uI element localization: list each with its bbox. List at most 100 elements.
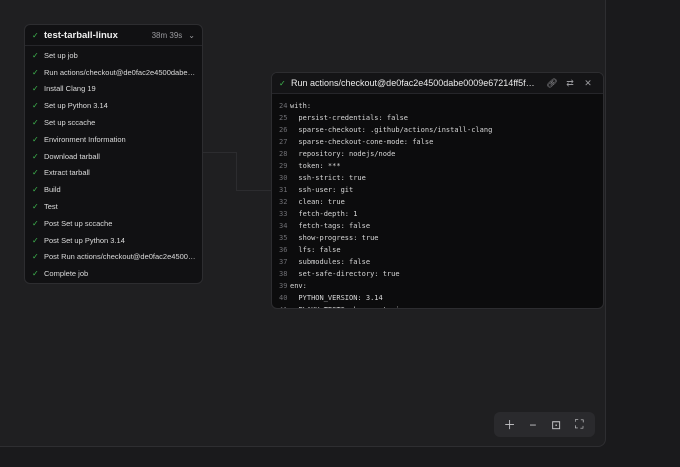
log-line: 33 fetch-depth: 1 [272, 208, 603, 220]
log-line: 24 with: [272, 100, 603, 112]
line-number: 26 [279, 126, 288, 134]
log-text: ssh-user: git [290, 186, 354, 194]
step-label: Post Set up Python 3.14 [44, 235, 125, 245]
connector-edge [203, 152, 236, 153]
check-icon: ✓ [32, 202, 39, 212]
log-body[interactable]: 24 with: 25 persist-credentials: false 26 s… [272, 94, 603, 308]
step-item[interactable]: ✓ Download tarball [25, 148, 202, 165]
log-text: sparse-checkout: .github/actions/install… [290, 126, 493, 134]
step-item[interactable]: ✓ Environment Information [25, 131, 202, 148]
log-line: 41 FLAKY_TESTS: keep_retrying [272, 304, 603, 308]
plus-icon[interactable]: ＋ [500, 416, 520, 433]
step-item[interactable]: ✓ Post Run actions/checkout@de0fac2e4500d… [25, 249, 202, 266]
log-text: lfs: false [290, 246, 341, 254]
line-number: 33 [279, 210, 288, 218]
check-icon: ✓ [32, 185, 39, 195]
zoom-controls: ＋ − ⊡ ⛶ [494, 412, 595, 437]
minus-icon[interactable]: − [523, 418, 543, 432]
log-line: 35 show-progress: true [272, 232, 603, 244]
log-text: FLAKY_TESTS: keep_retrying [290, 306, 408, 308]
step-label: Run actions/checkout@de0fac2e4500dabe000… [44, 67, 196, 77]
check-icon: ✓ [32, 252, 39, 262]
line-number: 29 [279, 162, 288, 170]
check-icon: ✓ [32, 134, 39, 144]
close-icon[interactable]: ✕ [579, 78, 597, 89]
step-item[interactable]: ✓ Extract tarball [25, 165, 202, 182]
line-number: 31 [279, 186, 288, 194]
line-number: 36 [279, 246, 288, 254]
step-item[interactable]: ✓ Complete job [25, 265, 202, 282]
log-text: env: [290, 282, 307, 290]
check-icon: ✓ [32, 168, 39, 178]
fullscreen-icon[interactable]: ⛶ [569, 417, 589, 432]
step-item[interactable]: ✓ Set up job [25, 47, 202, 64]
job-header[interactable]: ✓ test-tarball-linux 38m 39s ⌄ [25, 25, 202, 46]
log-line: 40 PYTHON_VERSION: 3.14 [272, 292, 603, 304]
connector-edge [236, 190, 271, 191]
link-icon[interactable]: 🔗︎ [543, 78, 561, 89]
line-number: 37 [279, 258, 288, 266]
log-text: repository: nodejs/node [290, 150, 396, 158]
log-text: set-safe-directory: true [290, 270, 400, 278]
log-text: sparse-checkout-cone-mode: false [290, 138, 434, 146]
log-text: submodules: false [290, 258, 371, 266]
check-icon: ✓ [32, 118, 39, 128]
step-label: Install Clang 19 [44, 84, 96, 94]
line-number: 41 [272, 306, 290, 308]
chevron-down-icon[interactable]: ⌄ [188, 31, 195, 40]
step-label: Set up job [44, 50, 78, 60]
log-line: 34 fetch-tags: false [272, 220, 603, 232]
line-number: 28 [279, 150, 288, 158]
step-item[interactable]: ✓ Run actions/checkout@de0fac2e4500dabe00… [25, 64, 202, 81]
log-line: 39 env: [272, 280, 603, 292]
log-text: PYTHON_VERSION: 3.14 [290, 294, 383, 302]
check-icon: ✓ [32, 235, 39, 245]
line-number: 39 [279, 282, 288, 290]
check-icon: ✓ [32, 50, 39, 60]
refresh-icon[interactable]: ⇄ [561, 78, 579, 89]
log-line: 25 persist-credentials: false [272, 112, 603, 124]
step-item[interactable]: ✓ Build [25, 181, 202, 198]
check-icon: ✓ [32, 218, 39, 228]
log-line: 37 submodules: false [272, 256, 603, 268]
check-icon: ✓ [32, 101, 39, 111]
log-line: 30 ssh-strict: true [272, 172, 603, 184]
log-text: persist-credentials: false [290, 114, 409, 122]
job-card[interactable]: ✓ test-tarball-linux 38m 39s ⌄ ✓ Set up j… [24, 24, 203, 284]
step-item[interactable]: ✓ Test [25, 198, 202, 215]
check-icon: ✓ [279, 78, 286, 88]
log-line: 32 clean: true [272, 196, 603, 208]
step-label: Set up sccache [44, 118, 96, 128]
step-item[interactable]: ✓ Set up Python 3.14 [25, 97, 202, 114]
log-line: 27 sparse-checkout-cone-mode: false [272, 136, 603, 148]
log-line: 38 set-safe-directory: true [272, 268, 603, 280]
step-label: Post Set up sccache [44, 218, 113, 228]
line-number: 24 [279, 102, 288, 110]
connector-edge [236, 152, 237, 190]
log-line: 28 repository: nodejs/node [272, 148, 603, 160]
step-item[interactable]: ✓ Post Set up Python 3.14 [25, 232, 202, 249]
step-item[interactable]: ✓ Install Clang 19 [25, 81, 202, 98]
step-item[interactable]: ✓ Post Set up sccache [25, 215, 202, 232]
log-text: fetch-tags: false [290, 222, 371, 230]
step-item[interactable]: ✓ Set up sccache [25, 114, 202, 131]
step-label: Test [44, 202, 58, 212]
job-title: test-tarball-linux [44, 29, 118, 41]
line-number: 40 [279, 294, 288, 302]
log-line: 36 lfs: false [272, 244, 603, 256]
step-label: Complete job [44, 269, 89, 279]
step-label: Extract tarball [44, 168, 90, 178]
log-text: fetch-depth: 1 [290, 210, 358, 218]
log-panel[interactable]: ✓ Run actions/checkout@de0fac2e4500dabe0… [271, 72, 604, 309]
line-number: 38 [279, 270, 288, 278]
step-label: Post Run actions/checkout@de0fac2e4500da… [44, 252, 196, 262]
check-icon: ✓ [32, 67, 39, 77]
step-label: Environment Information [44, 134, 126, 144]
step-label: Download tarball [44, 151, 100, 161]
log-header: ✓ Run actions/checkout@de0fac2e4500dabe0… [272, 73, 603, 94]
log-title: Run actions/checkout@de0fac2e4500dabe000… [291, 78, 535, 88]
focus-icon[interactable]: ⊡ [546, 418, 566, 432]
line-number: 34 [279, 222, 288, 230]
log-text: with: [290, 102, 312, 110]
check-icon: ✓ [32, 84, 39, 94]
